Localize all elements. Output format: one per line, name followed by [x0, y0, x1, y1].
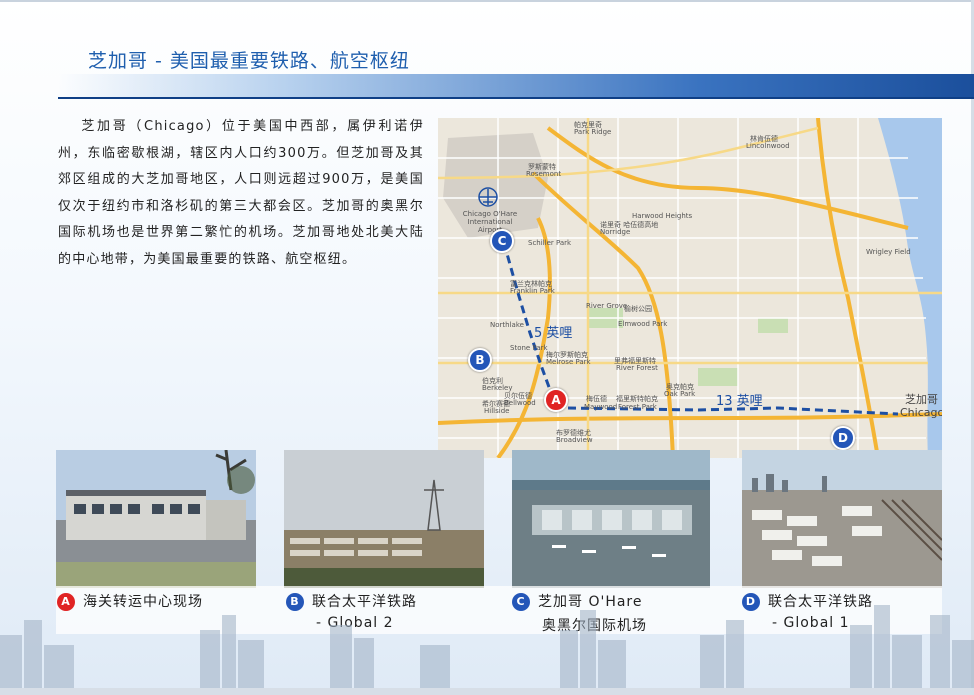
map-label-river-grove: River Grove [586, 302, 628, 310]
map-label-norridge: Norridge [600, 228, 631, 236]
map-label-broadview: Broadview [556, 436, 593, 444]
map-label-chicago-en: Chicago [900, 406, 942, 419]
map-marker-b[interactable]: B [468, 348, 492, 372]
map-label-franklin-park: Franklin Park [510, 287, 555, 295]
map-label-forest-park: Forest Park [618, 403, 657, 411]
map-marker-d[interactable]: D [831, 426, 855, 450]
map-label-ohare-airport: Chicago O'Hare International Airport [462, 210, 518, 234]
map-label-stone-park: Stone Park [510, 344, 548, 352]
distance-label-13-miles: 13 英哩 [716, 394, 763, 409]
map-label-harwood: Harwood Heights [632, 212, 693, 220]
map-label-hillside: Hillside [484, 407, 510, 415]
photo-union-pacific-global1-image [742, 450, 942, 588]
photo-customs-center[interactable] [56, 450, 256, 588]
photo-union-pacific-global2-image [284, 450, 484, 588]
skyline-decoration [0, 605, 974, 695]
intro-paragraph: 芝加哥（Chicago）位于美国中西部，属伊利诺伊州，东临密歇根湖，辖区内人口约… [58, 119, 424, 267]
map-marker-c[interactable]: C [490, 229, 514, 253]
photo-customs-center-image [56, 450, 256, 588]
map-label-elmwood-park-cn: 榆树公园 [624, 305, 652, 313]
top-frame-line [0, 0, 974, 2]
map-label-melrose-park: Melrose Park [546, 358, 591, 366]
map-label-northlake: Northlake [490, 321, 524, 329]
map-label-river-forest: River Forest [616, 364, 658, 372]
route-map[interactable]: 帕克里奇 Park Ridge 罗斯蒙特 Rosemont 林肯伍德 Linco… [438, 118, 942, 458]
map-label-schiller-park: Schiller Park [528, 239, 572, 247]
map-label-chicago-cn: 芝加哥 [905, 393, 938, 406]
photo-ohare-airport-image [512, 450, 710, 588]
photo-ohare-airport[interactable] [512, 450, 710, 588]
map-label-wrigley-field: Wrigley Field [866, 248, 911, 256]
page-title: 芝加哥 - 美国最重要铁路、航空枢纽 [88, 50, 410, 72]
distance-label-5-miles: 5 英哩 [534, 326, 573, 341]
map-label-elmwood-park: Elmwood Park [618, 320, 668, 328]
map-marker-b-label: B [475, 353, 485, 367]
map-marker-d-label: D [838, 431, 848, 445]
photo-union-pacific-global1[interactable] [742, 450, 942, 588]
map-label-lincolnwood: Lincolnwood [746, 142, 790, 150]
header-gradient-bar [58, 74, 974, 99]
map-label-maywood: Maywood [584, 403, 618, 411]
map-label-park-ridge: Park Ridge [574, 128, 612, 136]
map-label-rosemont: Rosemont [526, 170, 562, 178]
map-marker-a[interactable]: A [544, 388, 568, 412]
map-marker-c-label: C [497, 234, 507, 248]
photo-union-pacific-global2[interactable] [284, 450, 484, 588]
map-label-oak-park: Oak Park [664, 390, 696, 398]
map-marker-a-label: A [551, 393, 561, 407]
